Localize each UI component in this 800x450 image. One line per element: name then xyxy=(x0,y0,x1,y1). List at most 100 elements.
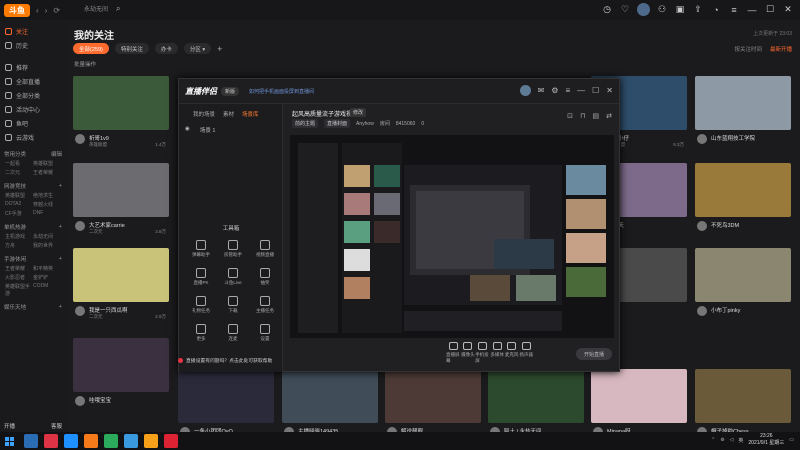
avatar[interactable] xyxy=(75,221,85,231)
sidebar-group-mobile[interactable]: 手游休闲 + xyxy=(0,253,66,265)
subcategory[interactable]: 方舟 xyxy=(5,242,33,249)
sidebar-item-history[interactable]: 历史 xyxy=(0,38,66,52)
room-thumbnail[interactable] xyxy=(385,369,481,423)
customer-service-button[interactable]: 客服 xyxy=(51,422,62,430)
subcategory[interactable]: 穿越火线 xyxy=(33,201,61,208)
minimize-icon[interactable]: — xyxy=(746,4,758,16)
toolbox-item[interactable]: 设置 xyxy=(249,324,281,342)
subcategory[interactable]: 金铲铲 xyxy=(33,274,61,281)
sidebar-group-common[interactable]: 常用分类 编辑 xyxy=(0,148,66,160)
network-icon[interactable]: ⊚ xyxy=(720,437,724,443)
wechat-icon[interactable] xyxy=(104,434,118,448)
douyu-app-icon[interactable] xyxy=(84,434,98,448)
avatar[interactable] xyxy=(697,134,707,144)
room-thumbnail[interactable] xyxy=(488,369,584,423)
subcategory[interactable]: 一起看 xyxy=(5,160,33,167)
volume-icon[interactable]: ◁ xyxy=(730,437,734,443)
room-thumbnail[interactable] xyxy=(695,248,791,302)
subcategory[interactable]: 绝地求生 xyxy=(33,192,61,199)
companion-app-icon[interactable] xyxy=(144,434,158,448)
subcategory[interactable]: 永劫无间 xyxy=(33,233,61,240)
toolbox-item[interactable]: 视频直播 xyxy=(249,240,281,258)
filter-special[interactable]: 特别关注 xyxy=(114,43,149,54)
control-speaker[interactable]: 扬声器 xyxy=(519,342,534,358)
layout-icon[interactable]: ▤ xyxy=(593,112,600,120)
control-screen[interactable]: 直播屏幕 xyxy=(446,342,461,364)
close-icon[interactable]: ✕ xyxy=(606,86,613,95)
streamer-name[interactable]: 哇哦宝宝 xyxy=(89,396,111,404)
filter-card[interactable]: 办卡 xyxy=(154,43,178,54)
avatar[interactable] xyxy=(697,221,707,231)
tray-up-icon[interactable]: ⌃ xyxy=(711,437,715,443)
tab-my-scenes[interactable]: 我的场景 xyxy=(193,110,215,118)
edge-browser-icon[interactable] xyxy=(64,434,78,448)
live-room-card[interactable]: 大艺术家carrie 二次元 3.8万 xyxy=(73,163,169,239)
batch-operation-button[interactable]: 批量操作 xyxy=(74,60,96,68)
notification-icon[interactable]: ▭ xyxy=(789,437,794,443)
subcategory[interactable]: 王者荣耀 xyxy=(33,169,61,176)
avatar[interactable] xyxy=(637,3,650,16)
subcategory[interactable]: 英雄联盟手游 xyxy=(5,283,33,297)
subcategory[interactable]: CODM xyxy=(33,283,61,297)
toolbox-item[interactable]: 斗鱼Live xyxy=(217,268,249,286)
shirt-icon[interactable]: ⚇ xyxy=(656,4,668,16)
sidebar-item-all-category[interactable]: 全部分类 xyxy=(0,88,66,102)
streamer-name[interactable]: 小布丁pinky xyxy=(711,306,740,314)
eye-icon[interactable]: ◉ xyxy=(185,126,190,134)
stream-preview[interactable] xyxy=(290,135,614,338)
close-icon[interactable]: ✕ xyxy=(782,4,794,16)
subcategory[interactable]: 二次元 xyxy=(5,169,33,176)
control-microphone[interactable]: 麦克风 xyxy=(504,342,519,358)
filter-all[interactable]: 全部(259) xyxy=(73,43,109,54)
version-badge[interactable]: 新版 xyxy=(221,86,240,96)
avatar[interactable] xyxy=(75,396,85,406)
qq-icon[interactable] xyxy=(124,434,138,448)
maximize-icon[interactable]: ☐ xyxy=(592,86,599,95)
theme-chip[interactable]: 前的主题 xyxy=(292,119,319,128)
subcategory[interactable]: DNF xyxy=(33,210,61,217)
group-edit[interactable]: 编辑 xyxy=(51,150,62,158)
room-thumbnail[interactable] xyxy=(282,369,378,423)
toolbox-item[interactable]: 房管助手 xyxy=(217,240,249,258)
toolbox-item[interactable]: 下载 xyxy=(217,296,249,314)
avatar[interactable] xyxy=(519,85,531,96)
app-red-icon[interactable] xyxy=(44,434,58,448)
room-thumbnail[interactable] xyxy=(73,248,169,302)
room-thumbnail[interactable] xyxy=(695,369,791,423)
bell-icon[interactable]: ◔ xyxy=(710,4,722,16)
subcategory[interactable]: 和平精英 xyxy=(33,265,61,272)
share-icon[interactable]: ⇄ xyxy=(606,112,612,120)
subcategory[interactable]: 火影忍者 xyxy=(5,274,33,281)
live-room-card[interactable]: 祈哥1v9 英雄联盟 1.4万 xyxy=(73,76,169,152)
room-thumbnail[interactable] xyxy=(695,163,791,217)
sidebar-item-recommend[interactable]: 推荐 xyxy=(0,60,66,74)
sort-by-latest[interactable]: 最新开播 xyxy=(770,45,792,53)
avatar[interactable] xyxy=(697,306,707,316)
toolbox-item[interactable]: 主播任务 xyxy=(249,296,281,314)
room-thumbnail[interactable] xyxy=(73,163,169,217)
toolbox-item[interactable]: 抽奖 xyxy=(249,268,281,286)
sidebar-group-single[interactable]: 单机热游 + xyxy=(0,221,66,233)
room-thumbnail[interactable] xyxy=(695,76,791,130)
cover-chip[interactable]: 直播封面 xyxy=(324,119,351,128)
add-filter-icon[interactable]: + xyxy=(217,44,222,54)
group-add[interactable]: + xyxy=(59,183,62,189)
filter-partition[interactable]: 分区 ▾ xyxy=(183,43,212,54)
live-room-card[interactable]: 我是一只西瓜啊 二次元 2.9万 xyxy=(73,248,169,324)
room-thumbnail[interactable] xyxy=(591,369,687,423)
group-add[interactable]: + xyxy=(59,224,62,230)
douyu-logo[interactable]: 斗鱼 xyxy=(4,3,30,17)
start-live-button[interactable]: 开始直播 xyxy=(576,348,612,360)
sidebar-group-entertainment[interactable]: 娱乐天地 + xyxy=(0,301,66,313)
sidebar-item-yuba[interactable]: 鱼吧 xyxy=(0,116,66,130)
mail-icon[interactable]: ✉ xyxy=(538,86,545,95)
refresh-icon[interactable]: ⟳ xyxy=(53,6,60,15)
live-room-card[interactable]: 哇哦宝宝 xyxy=(73,338,169,414)
avatar[interactable] xyxy=(75,134,85,144)
subcategory[interactable]: 我的世界 xyxy=(33,242,61,249)
subcategory[interactable]: 王者荣耀 xyxy=(5,265,33,272)
live-room-card[interactable]: 山东蓝翔技工学院 xyxy=(695,76,791,152)
live-room-card[interactable]: 不死鸟3DM xyxy=(695,163,791,239)
scene-row[interactable]: ◉ 场景 1 xyxy=(179,118,282,142)
room-thumbnail[interactable] xyxy=(73,76,169,130)
